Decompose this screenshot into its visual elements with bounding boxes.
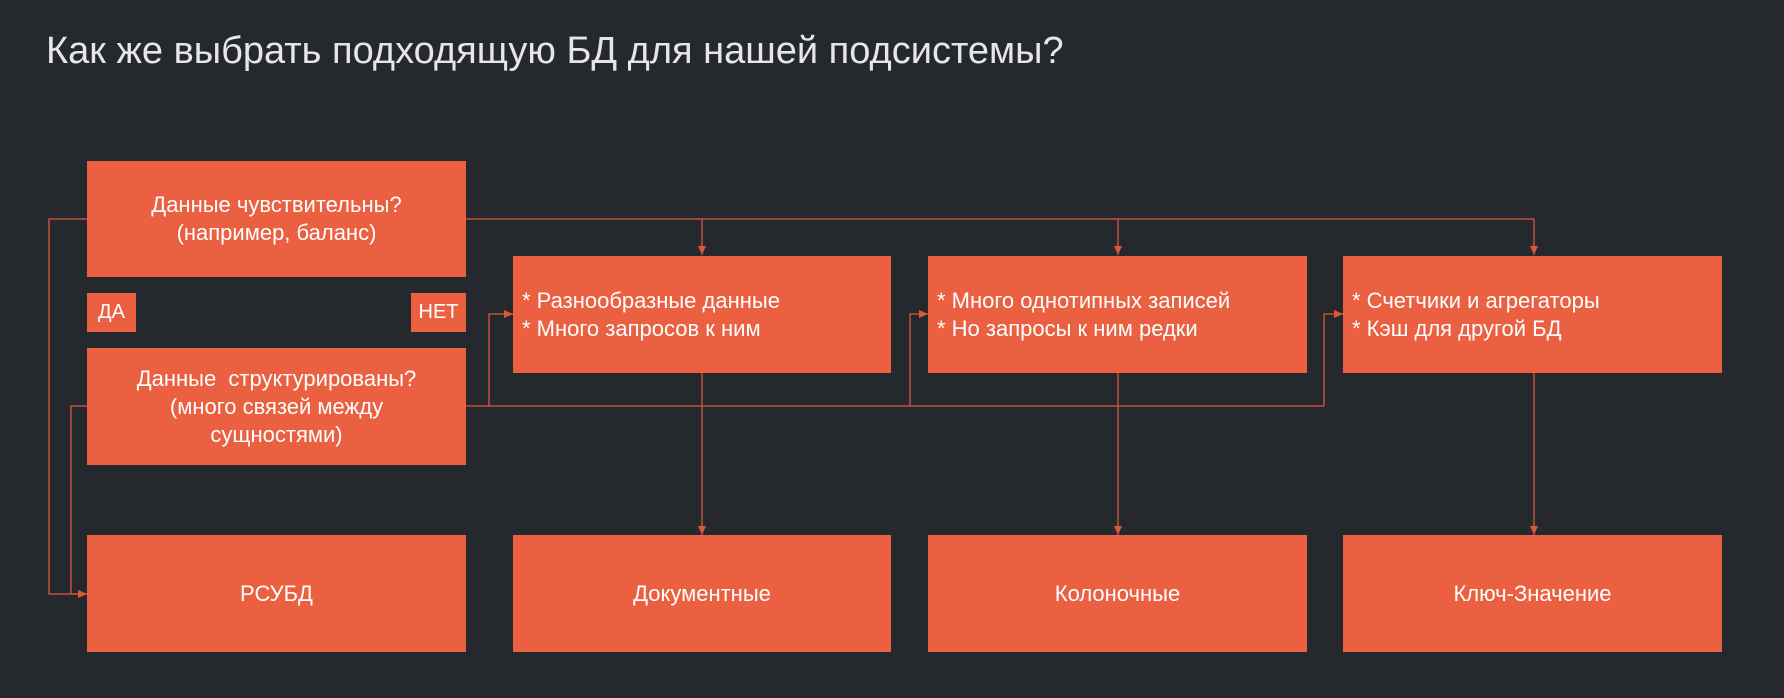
criteria-item: * Кэш для другой БД (1352, 315, 1562, 341)
criteria-item: * Счетчики и агрегаторы (1352, 287, 1600, 313)
question-sensitive-box: Данные чувствительны? (например, баланс) (87, 161, 466, 277)
connector-structured-yes (70, 405, 87, 598)
criteria-box-columnar: * Много однотипных записей * Но запросы … (928, 256, 1307, 373)
connector-structured-to-criteria-3 (1323, 310, 1343, 406)
criteria-box-documents: * Разнообразные данные * Много запросов … (513, 256, 891, 373)
criteria-item: * Много запросов к ним (522, 315, 761, 341)
db-type-columnar: Колоночные (928, 535, 1307, 652)
db-type-documents: Документные (513, 535, 891, 652)
db-type-key-value: Ключ-Значение (1343, 535, 1722, 652)
question-structured-line2: (много связей между (169, 393, 384, 419)
db-type-rdbms: РСУБД (87, 535, 466, 652)
answer-no-tag: НЕТ (411, 293, 466, 332)
question-sensitive-line2: (например, баланс) (176, 220, 377, 245)
connector-structured-to-criteria-2 (909, 310, 928, 406)
answer-yes-tag: ДА (87, 293, 136, 332)
criteria-item: * Много однотипных записей (937, 287, 1231, 313)
question-structured-line3: сущностями) (210, 421, 343, 447)
criteria-item: * Разнообразные данные (522, 287, 780, 313)
question-sensitive-line1: Данные чувствительны? (151, 192, 402, 217)
criteria-box-key-value: * Счетчики и агрегаторы * Кэш для другой… (1343, 256, 1722, 373)
question-structured-line1: Данные структурированы? (136, 365, 417, 391)
connector-structured-to-criteria-1 (488, 310, 513, 406)
criteria-item: * Но запросы к ним редки (937, 315, 1198, 341)
question-structured-box: Данные структурированы? (много связей ме… (87, 348, 466, 465)
